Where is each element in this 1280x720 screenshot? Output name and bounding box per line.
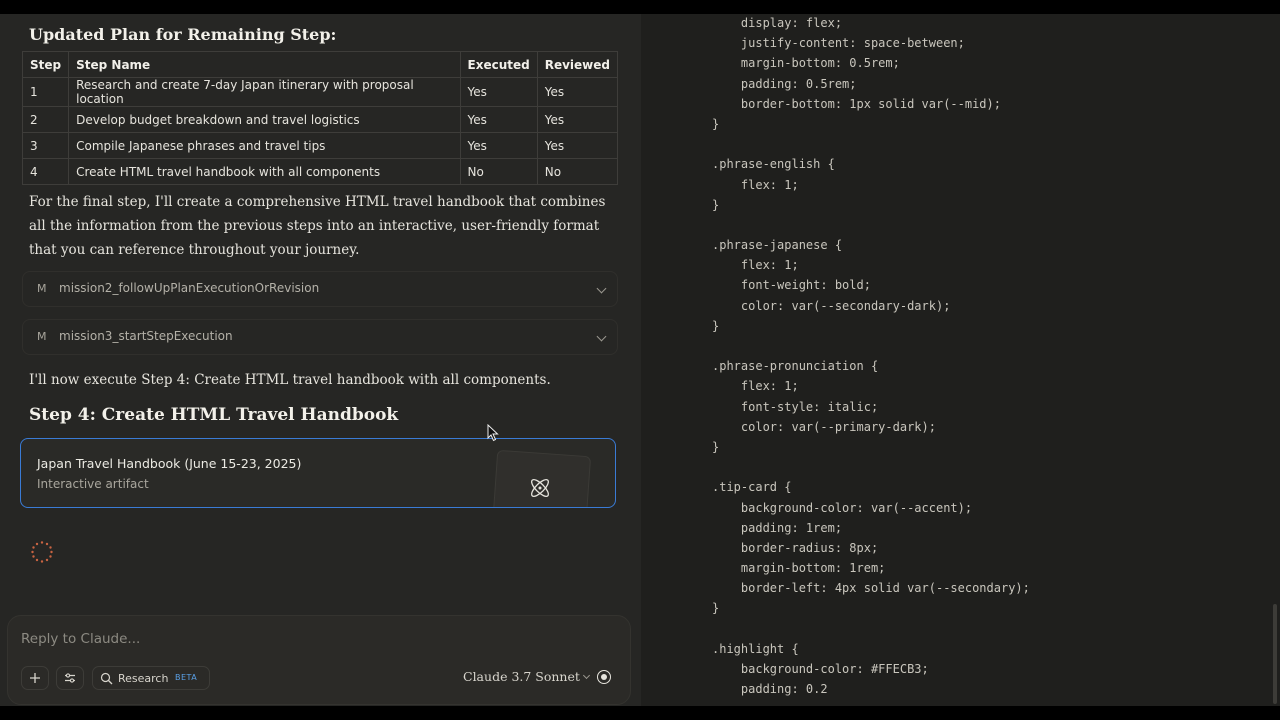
code-line: }	[712, 439, 720, 454]
chevron-down-icon[interactable]	[596, 283, 607, 294]
code-line: }	[712, 318, 720, 333]
execute-paragraph: I'll now execute Step 4: Create HTML tra…	[29, 372, 551, 388]
code-line: flex: 1;	[712, 379, 799, 394]
header-step-name: Step Name	[68, 51, 461, 78]
code-line: flex: 1;	[712, 258, 799, 273]
code-line: padding: 1rem;	[712, 520, 843, 535]
artifact-card[interactable]: Japan Travel Handbook (June 15-23, 2025)…	[20, 438, 616, 508]
code-line: margin-bottom: 0.5rem;	[712, 56, 900, 71]
plus-icon	[30, 673, 40, 683]
code-line: }	[712, 116, 720, 131]
code-line: color: var(--primary-dark);	[712, 419, 936, 434]
model-label: Claude 3.7 Sonnet	[463, 669, 580, 684]
mouse-cursor-icon	[487, 424, 499, 442]
add-button[interactable]	[21, 666, 49, 690]
cell-reviewed: Yes	[536, 77, 619, 107]
header-reviewed: Reviewed	[536, 51, 619, 78]
code-line: font-style: italic;	[712, 399, 879, 414]
code-line: margin-bottom: 1rem;	[712, 561, 886, 576]
cell-reviewed: Yes	[536, 132, 619, 159]
code-line: font-weight: bold;	[712, 278, 871, 293]
code-line: }	[712, 601, 720, 616]
cell-step: 3	[21, 132, 70, 159]
code-line: border-radius: 8px;	[712, 540, 879, 555]
research-label: Research	[118, 672, 169, 685]
code-line: background-color: var(--accent);	[712, 500, 973, 515]
cell-reviewed: Yes	[536, 106, 619, 133]
tool-name: mission2_followUpPlanExecutionOrRevision	[59, 281, 320, 295]
code-line: .tip-card {	[712, 480, 792, 495]
code-panel: display: flex; justify-content: space-be…	[641, 14, 1280, 706]
model-selector[interactable]: Claude 3.7 Sonnet	[463, 669, 590, 684]
cell-step-name: Develop budget breakdown and travel logi…	[68, 106, 461, 133]
bottom-bar	[0, 706, 1280, 720]
code-line: border-left: 4px solid var(--secondary);	[712, 581, 1030, 596]
code-line: display: flex;	[712, 16, 843, 30]
sliders-icon	[65, 673, 75, 683]
code-line: }	[712, 197, 720, 212]
table-row: 2 Develop budget breakdown and travel lo…	[21, 106, 619, 133]
code-line: .phrase-japanese {	[712, 238, 843, 253]
code-line: flex: 1;	[712, 177, 799, 192]
plan-heading: Updated Plan for Remaining Step:	[29, 25, 337, 44]
atom-icon	[531, 479, 549, 497]
top-bar	[0, 0, 1280, 14]
search-icon	[100, 672, 113, 685]
loading-spinner-icon	[31, 541, 53, 563]
code-line: .phrase-pronunciation {	[712, 359, 879, 374]
intro-paragraph: For the final step, I'll create a compre…	[29, 194, 606, 258]
chevron-down-icon[interactable]	[596, 331, 607, 342]
artifact-title: Japan Travel Handbook (June 15-23, 2025)	[37, 456, 302, 471]
table-header-row: Step Step Name Executed Reviewed	[21, 51, 619, 78]
table-row: 3 Compile Japanese phrases and travel ti…	[21, 132, 619, 159]
step-heading: Step 4: Create HTML Travel Handbook	[29, 405, 399, 425]
tool-call-followup-plan[interactable]: M mission2_followUpPlanExecutionOrRevisi…	[22, 271, 618, 307]
header-step: Step	[21, 51, 70, 78]
cell-step: 1	[21, 77, 70, 107]
beta-badge: BETA	[175, 673, 198, 682]
cell-executed: Yes	[459, 132, 538, 159]
cell-executed: Yes	[459, 106, 538, 133]
cell-step: 4	[21, 158, 70, 185]
code-line: border-bottom: 1px solid var(--mid);	[712, 96, 1001, 111]
scrollbar[interactable]	[1273, 604, 1277, 704]
tool-call-start-step[interactable]: M mission3_startStepExecution	[22, 319, 618, 355]
cell-step-name: Research and create 7-day Japan itinerar…	[68, 77, 461, 107]
tool-badge: M	[37, 330, 47, 343]
record-icon[interactable]	[597, 670, 611, 684]
cell-step-name: Create HTML travel handbook with all com…	[68, 158, 461, 185]
cell-step-name: Compile Japanese phrases and travel tips	[68, 132, 461, 159]
code-line: .phrase-english {	[712, 157, 835, 172]
code-line: padding: 0.2	[712, 682, 828, 697]
cell-executed: No	[459, 158, 538, 185]
cell-step: 2	[21, 106, 70, 133]
plan-table: Step Step Name Executed Reviewed 1 Resea…	[21, 51, 619, 185]
code-line: color: var(--secondary-dark);	[712, 298, 951, 313]
code-line: justify-content: space-between;	[712, 36, 965, 51]
table-row: 4 Create HTML travel handbook with all c…	[21, 158, 619, 185]
code-line: padding: 0.5rem;	[712, 76, 857, 91]
code-block: display: flex; justify-content: space-be…	[712, 14, 1030, 699]
code-line: background-color: #FFECB3;	[712, 662, 929, 676]
cell-reviewed: No	[536, 158, 619, 185]
tools-button[interactable]	[56, 666, 84, 690]
tool-badge: M	[37, 282, 47, 295]
chevron-down-icon	[582, 671, 590, 680]
header-executed: Executed	[459, 51, 538, 78]
tool-name: mission3_startStepExecution	[59, 329, 233, 343]
cell-executed: Yes	[459, 77, 538, 107]
reply-composer[interactable]: Reply to Claude... Research BETA Claude …	[7, 615, 631, 705]
artifact-subtitle: Interactive artifact	[37, 477, 149, 491]
research-button[interactable]: Research BETA	[92, 666, 210, 690]
table-row: 1 Research and create 7-day Japan itiner…	[21, 77, 619, 107]
chat-panel: Updated Plan for Remaining Step: Step St…	[0, 14, 641, 706]
code-line: .highlight {	[712, 641, 799, 656]
reply-input[interactable]: Reply to Claude...	[21, 631, 140, 647]
